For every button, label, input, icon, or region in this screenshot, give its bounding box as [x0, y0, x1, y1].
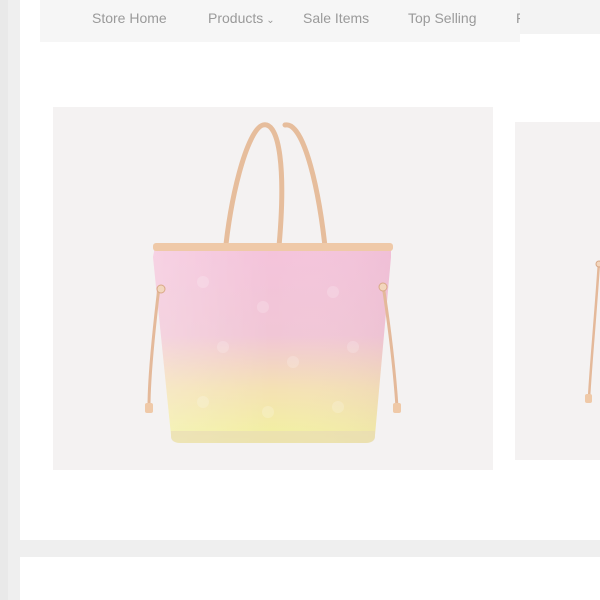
nav-item-store-home[interactable]: Store Home [92, 10, 167, 26]
product-image-main[interactable] [53, 107, 493, 470]
nav-item-products[interactable]: Products ⌄ [208, 10, 275, 26]
tote-bag-image [145, 122, 401, 443]
nav-overflow-area [520, 0, 600, 34]
store-nav-bar: Store Home Products ⌄ Sale Items Top Sell… [20, 0, 600, 42]
next-section-card [20, 557, 600, 600]
store-nav-menu: Store Home Products ⌄ Sale Items Top Sell… [40, 0, 520, 42]
tote-bag-partial-image [585, 260, 600, 403]
nav-item-sale-items[interactable]: Sale Items [303, 10, 369, 26]
chevron-down-icon: ⌄ [266, 15, 275, 26]
nav-item-top-selling[interactable]: Top Selling [408, 10, 477, 26]
nav-item-products-label: Products [208, 10, 264, 26]
page-left-border [0, 0, 8, 600]
product-image-next[interactable] [515, 122, 600, 460]
